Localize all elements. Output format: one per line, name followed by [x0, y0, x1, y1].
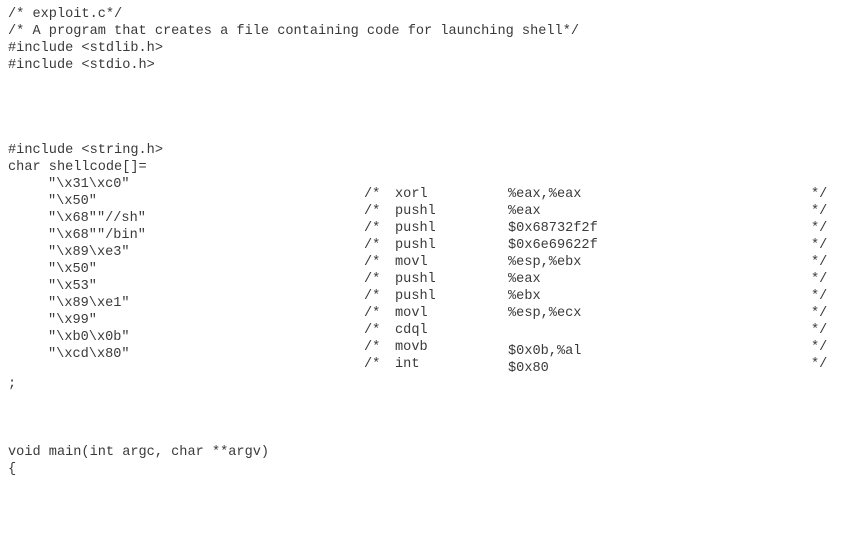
- comment-close: */: [811, 272, 828, 287]
- comment-close: */: [811, 289, 828, 304]
- asm-operand: %esp,%ebx: [508, 255, 582, 270]
- asm-mnemonic: movb: [395, 340, 428, 355]
- asm-mnemonic: xorl: [395, 187, 428, 202]
- asm-mnemonic: pushl: [395, 204, 436, 219]
- comment-open: /*: [364, 340, 381, 355]
- shellcode-byte-line: "\x53": [48, 279, 97, 294]
- shellcode-byte-line: "\x68""/bin": [48, 228, 146, 243]
- asm-operand: $0x80: [508, 361, 549, 376]
- asm-operand: %ebx: [508, 289, 541, 304]
- shellcode-byte-line: "\x68""//sh": [48, 211, 146, 226]
- shellcode-byte-line: "\x89\xe3": [48, 245, 130, 260]
- include-string: #include <string.h>: [8, 143, 163, 158]
- asm-operand: $0x6e69622f: [508, 238, 598, 253]
- comment-close: */: [811, 357, 828, 372]
- shellcode-byte-line: "\x50": [48, 262, 97, 277]
- shellcode-byte-line: "\xb0\x0b": [48, 330, 130, 345]
- comment-open: /*: [364, 272, 381, 287]
- shellcode-byte-line: "\x89\xe1": [48, 296, 130, 311]
- comment-open: /*: [364, 204, 381, 219]
- asm-operand: %eax,%eax: [508, 187, 582, 202]
- main-signature: void main(int argc, char **argv): [8, 445, 270, 460]
- open-brace: {: [8, 462, 17, 477]
- shellcode-byte-line: "\xcd\x80": [48, 347, 130, 362]
- shellcode-byte-line: "\x99": [48, 313, 97, 328]
- include-stdlib: #include <stdlib.h>: [8, 41, 163, 56]
- asm-mnemonic: int: [395, 357, 420, 372]
- statement-terminator: ;: [8, 377, 17, 392]
- comment-close: */: [811, 238, 828, 253]
- comment-close: */: [811, 340, 828, 355]
- comment-open: /*: [364, 238, 381, 253]
- comment-open: /*: [364, 323, 381, 338]
- description-comment: /* A program that creates a file contain…: [8, 24, 580, 39]
- comment-close: */: [811, 323, 828, 338]
- asm-operand: %eax: [508, 272, 541, 287]
- asm-mnemonic: pushl: [395, 289, 436, 304]
- comment-open: /*: [364, 255, 381, 270]
- asm-mnemonic: movl: [395, 306, 428, 321]
- comment-open: /*: [364, 187, 381, 202]
- comment-close: */: [811, 306, 828, 321]
- shellcode-declaration: char shellcode[]=: [8, 160, 147, 175]
- asm-mnemonic: pushl: [395, 221, 436, 236]
- comment-open: /*: [364, 289, 381, 304]
- comment-close: */: [811, 221, 828, 236]
- include-stdio: #include <stdio.h>: [8, 58, 155, 73]
- comment-close: */: [811, 204, 828, 219]
- file-name-comment: /* exploit.c*/: [8, 7, 123, 22]
- comment-close: */: [811, 187, 828, 202]
- asm-mnemonic: pushl: [395, 272, 436, 287]
- asm-operand: $0x0b,%al: [508, 344, 582, 359]
- comment-open: /*: [364, 221, 381, 236]
- asm-operand: $0x68732f2f: [508, 221, 598, 236]
- asm-operand: %esp,%ecx: [508, 306, 582, 321]
- asm-mnemonic: cdql: [395, 323, 428, 338]
- shellcode-byte-line: "\x50": [48, 194, 97, 209]
- comment-open: /*: [364, 357, 381, 372]
- comment-open: /*: [364, 306, 381, 321]
- comment-close: */: [811, 255, 828, 270]
- asm-mnemonic: pushl: [395, 238, 436, 253]
- shellcode-byte-line: "\x31\xc0": [48, 177, 130, 192]
- asm-operand: %eax: [508, 204, 541, 219]
- asm-mnemonic: movl: [395, 255, 428, 270]
